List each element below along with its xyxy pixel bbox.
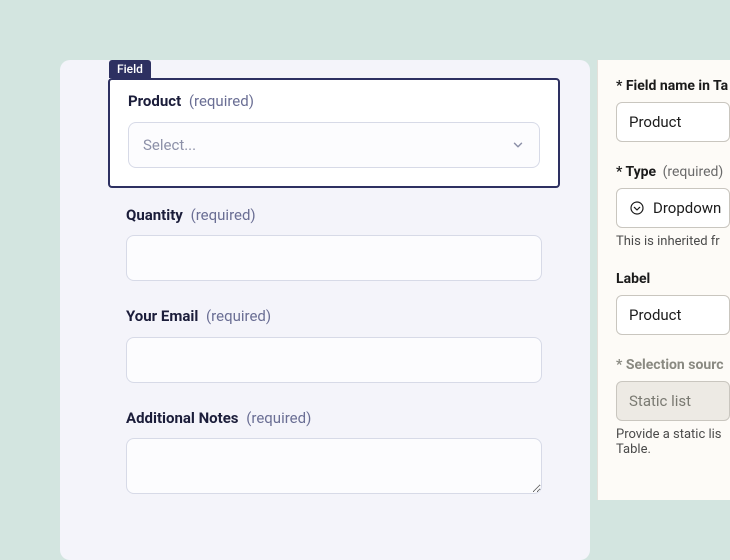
sb-field-name-input[interactable]: Product bbox=[616, 102, 730, 142]
sb-label-input[interactable]: Product bbox=[616, 295, 730, 335]
email-input[interactable] bbox=[126, 337, 542, 383]
form-canvas: Field Product (required) Select... Quant… bbox=[60, 60, 590, 560]
field-quantity[interactable]: Quantity (required) bbox=[108, 206, 560, 282]
sb-type-helper: This is inherited fr bbox=[616, 234, 730, 249]
quantity-input[interactable] bbox=[126, 235, 542, 281]
sb-label-label: Label bbox=[616, 271, 730, 287]
field-label: Your Email bbox=[126, 307, 198, 325]
field-label-row: Your Email (required) bbox=[126, 307, 542, 327]
sb-selection-source-input: Static list bbox=[616, 381, 730, 421]
notes-textarea[interactable] bbox=[126, 438, 542, 494]
field-product[interactable]: Field Product (required) Select... bbox=[108, 78, 560, 188]
dropdown-type-icon bbox=[629, 200, 645, 216]
chevron-down-icon bbox=[511, 138, 525, 152]
sb-selection-source-label: * Selection sourc bbox=[616, 357, 730, 373]
sb-selection-helper: Provide a static lis Table. bbox=[616, 427, 730, 457]
field-label: Additional Notes bbox=[126, 409, 239, 427]
select-placeholder: Select... bbox=[143, 136, 196, 154]
required-marker: (required) bbox=[191, 206, 256, 224]
product-select[interactable]: Select... bbox=[128, 122, 540, 168]
required-marker: (required) bbox=[189, 92, 254, 110]
sb-type-label: * Type (required) bbox=[616, 164, 730, 180]
field-label: Product bbox=[128, 92, 181, 110]
field-label-row: Quantity (required) bbox=[126, 206, 542, 226]
field-label-row: Additional Notes (required) bbox=[126, 409, 542, 429]
sb-type-select[interactable]: Dropdown bbox=[616, 188, 730, 228]
field-email[interactable]: Your Email (required) bbox=[108, 307, 560, 383]
required-marker: (required) bbox=[206, 307, 271, 325]
field-notes[interactable]: Additional Notes (required) bbox=[108, 409, 560, 499]
field-label: Quantity bbox=[126, 206, 183, 224]
sb-field-name-label: * Field name in Ta bbox=[616, 78, 730, 94]
required-marker: (required) bbox=[246, 409, 311, 427]
field-label-row: Product (required) bbox=[128, 92, 540, 112]
properties-sidebar: * Field name in Ta Product * Type (requi… bbox=[597, 60, 730, 500]
field-tag: Field bbox=[109, 60, 151, 78]
